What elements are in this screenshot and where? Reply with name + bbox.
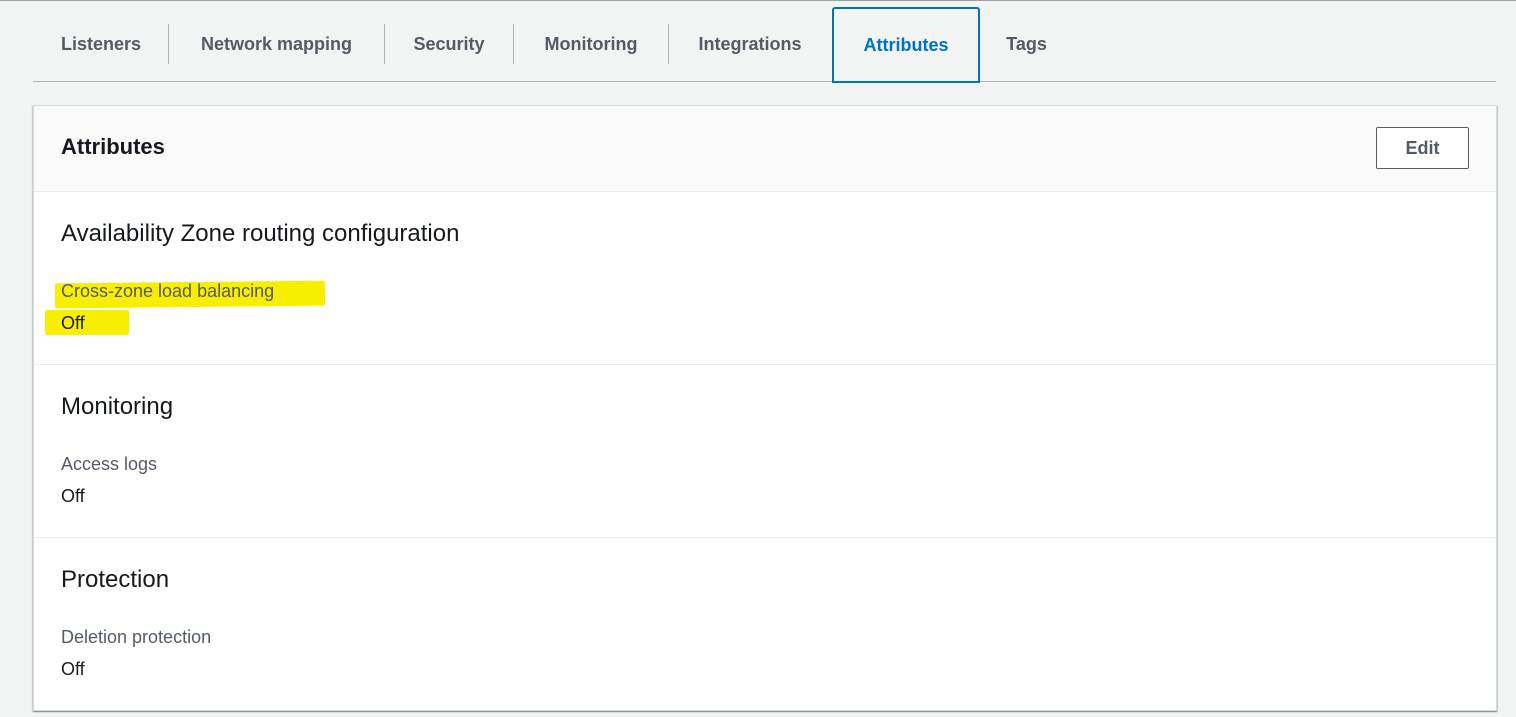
tab-network-mapping[interactable]: Network mapping (169, 7, 384, 81)
attribute-value: Off (61, 659, 85, 679)
tab-bar: Listeners Network mapping Security Monit… (33, 6, 1496, 83)
edit-button[interactable]: Edit (1376, 127, 1469, 169)
attribute-label: Deletion protection (61, 627, 212, 647)
panel-header: Attributes Edit (34, 106, 1496, 192)
panel-title: Attributes (61, 134, 165, 159)
tab-listeners[interactable]: Listeners (33, 7, 169, 81)
section-title: Monitoring (61, 393, 174, 420)
section-title: Protection (61, 566, 170, 593)
tab-attributes[interactable]: Attributes (832, 7, 980, 83)
tab-monitoring[interactable]: Monitoring (514, 7, 668, 81)
attribute-label: Access logs (61, 454, 158, 474)
attribute-label: Cross-zone load balancing (61, 281, 275, 301)
attributes-panel: Attributes Edit Availability Zone routin… (33, 105, 1497, 711)
section-monitoring: Monitoring Access logs Off (34, 365, 1496, 538)
attribute-value: Off (61, 313, 85, 333)
tab-integrations[interactable]: Integrations (669, 7, 831, 81)
attribute-value: Off (61, 486, 85, 506)
section-az-routing: Availability Zone routing configuration … (34, 192, 1496, 365)
tab-security[interactable]: Security (385, 7, 513, 81)
tab-tags[interactable]: Tags (980, 7, 1073, 81)
section-protection: Protection Deletion protection Off (34, 538, 1496, 710)
section-title: Availability Zone routing configuration (61, 220, 460, 247)
highlight-mark (45, 310, 129, 335)
